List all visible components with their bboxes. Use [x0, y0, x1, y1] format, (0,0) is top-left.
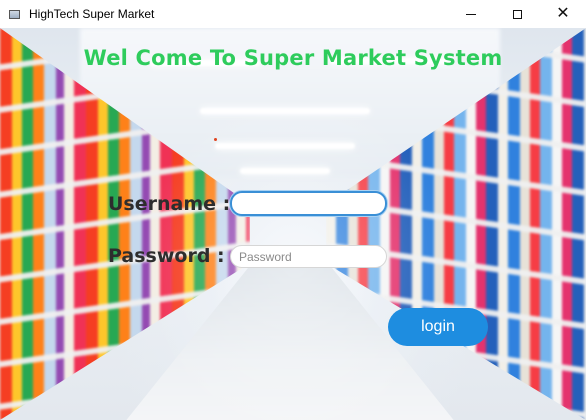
login-button[interactable]: login: [388, 308, 488, 346]
page-title: Wel Come To Super Market System: [83, 46, 503, 70]
center-glow: [0, 28, 586, 420]
title-bar[interactable]: HighTech Super Market ✕: [0, 0, 586, 28]
close-button[interactable]: ✕: [540, 0, 586, 28]
maximize-icon: [512, 9, 522, 19]
red-dot: [214, 138, 217, 141]
window-title: HighTech Super Market: [29, 7, 155, 21]
username-label: Username :: [108, 193, 231, 215]
password-input[interactable]: [230, 245, 387, 268]
minimize-button[interactable]: [448, 0, 494, 28]
password-label: Password :: [108, 245, 225, 267]
maximize-button[interactable]: [494, 0, 540, 28]
app-window: HighTech Super Market ✕ Wel Come To Supe…: [0, 0, 586, 420]
window-controls: ✕: [448, 0, 586, 28]
close-icon: ✕: [556, 5, 570, 22]
app-window-icon: [9, 9, 20, 19]
minimize-icon: [466, 13, 476, 15]
supermarket-aisle-background: [0, 28, 586, 420]
username-input[interactable]: [230, 191, 387, 216]
